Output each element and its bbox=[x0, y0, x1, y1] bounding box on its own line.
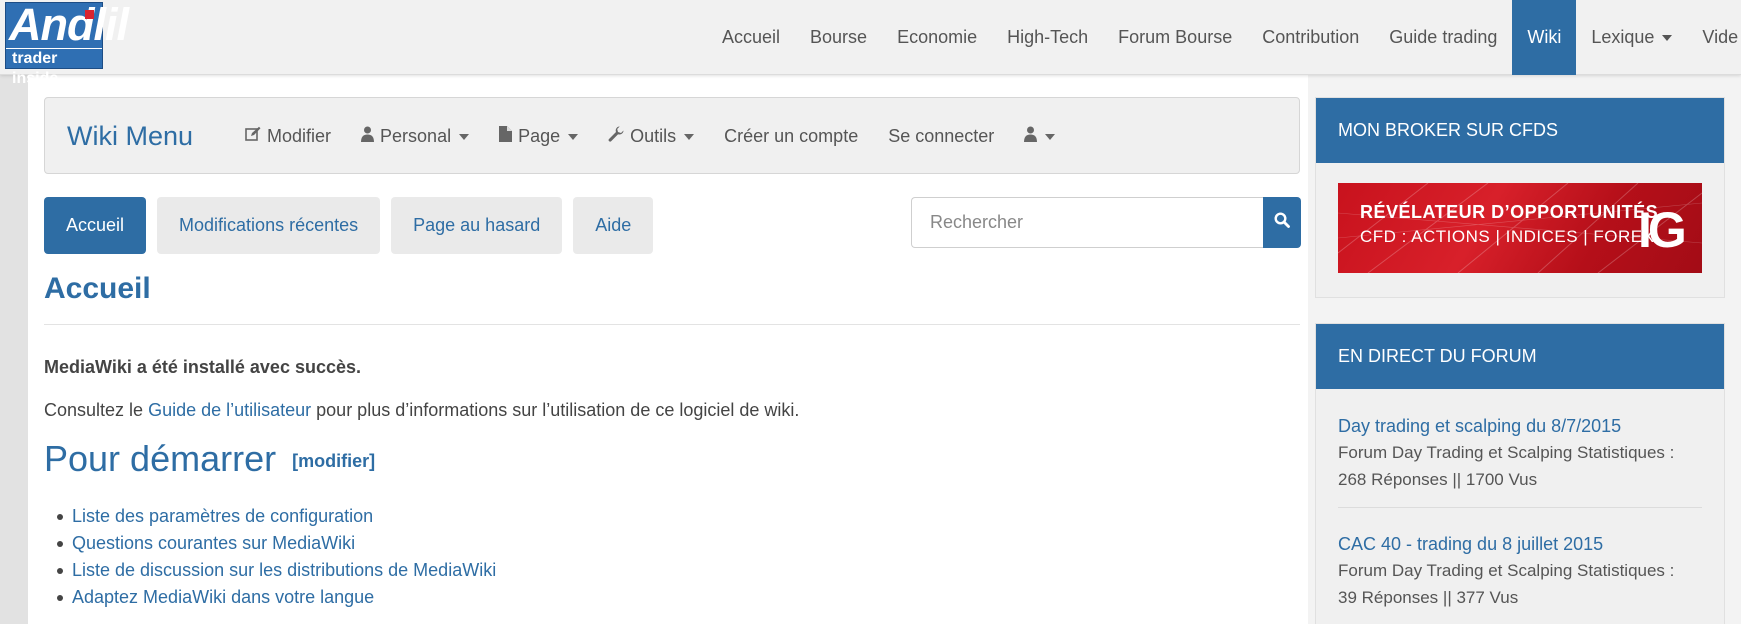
ig-ad-banner[interactable]: RÉVÉLATEUR D’OPPORTUNITÉS CFD : ACTIONS … bbox=[1338, 183, 1702, 273]
nav-video[interactable]: Vide bbox=[1687, 0, 1741, 75]
chevron-down-icon bbox=[1045, 133, 1056, 140]
nav-lexique-label: Lexique bbox=[1591, 27, 1655, 47]
forum-panel-title: EN DIRECT DU FORUM bbox=[1316, 324, 1724, 389]
outils-dropdown[interactable]: Outils bbox=[593, 98, 709, 175]
nav-high-tech[interactable]: High-Tech bbox=[992, 0, 1103, 75]
wrench-icon bbox=[608, 98, 624, 175]
tab-page-au-hasard[interactable]: Page au hasard bbox=[391, 197, 563, 254]
page-label: Page bbox=[518, 126, 561, 146]
personal-dropdown[interactable]: Personal bbox=[346, 98, 484, 175]
ad-headline: RÉVÉLATEUR D’OPPORTUNITÉS bbox=[1360, 202, 1659, 222]
forum-panel: EN DIRECT DU FORUM Day trading et scalpi… bbox=[1315, 323, 1725, 624]
consult-suffix: pour plus d’informations sur l’utilisati… bbox=[311, 400, 800, 420]
list-item: CAC 40 - trading du 8 juillet 2015 Forum… bbox=[1338, 508, 1702, 624]
list-item-config[interactable]: Liste des paramètres de configuration bbox=[56, 503, 496, 530]
tab-modifications-recentes[interactable]: Modifications récentes bbox=[157, 197, 381, 254]
page-title: Accueil bbox=[44, 272, 151, 305]
section-title: Pour démarrer bbox=[44, 438, 277, 479]
chevron-down-icon bbox=[1662, 35, 1673, 42]
user-icon bbox=[1024, 98, 1038, 175]
outils-label: Outils bbox=[630, 126, 677, 146]
right-sidebar: MON BROKER SUR CFDS RÉVÉLATEUR D’OPPORTU… bbox=[1315, 97, 1725, 624]
consult-paragraph: Consultez le Guide de l’utilisateur pour… bbox=[44, 400, 799, 421]
modifier-button[interactable]: Modifier bbox=[230, 98, 346, 175]
edit-icon bbox=[245, 98, 261, 175]
getting-started-list: Liste des paramètres de configuration Qu… bbox=[56, 503, 496, 611]
title-divider bbox=[44, 324, 1300, 325]
modifier-label: Modifier bbox=[267, 126, 332, 146]
login-link[interactable]: Se connecter bbox=[873, 98, 1009, 175]
forum-meta: Forum Day Trading et Scalping Statistiqu… bbox=[1338, 443, 1675, 462]
search-icon bbox=[1274, 212, 1290, 233]
forum-thread-link[interactable]: Day trading et scalping du 8/7/2015 bbox=[1338, 413, 1702, 439]
ad-subline: CFD : ACTIONS | INDICES | FOREX bbox=[1360, 227, 1655, 246]
main-nav: Accueil Bourse Economie High-Tech Forum … bbox=[707, 0, 1741, 75]
forum-stats: 268 Réponses || 1700 Vus bbox=[1338, 470, 1538, 489]
forum-stats: 39 Réponses || 377 Vus bbox=[1338, 588, 1519, 607]
logo-text: Andlil bbox=[9, 0, 129, 50]
wiki-menu-items: Modifier Personal Page Outils Créer un c… bbox=[230, 98, 1070, 175]
forum-thread-link[interactable]: CAC 40 - trading du 8 juillet 2015 bbox=[1338, 531, 1702, 557]
page-dropdown[interactable]: Page bbox=[484, 98, 593, 175]
broker-panel: MON BROKER SUR CFDS RÉVÉLATEUR D’OPPORTU… bbox=[1315, 97, 1725, 298]
logo-subtitle-band: trader inside bbox=[6, 48, 102, 87]
chevron-down-icon bbox=[684, 133, 695, 140]
top-navbar: Andlil trader inside Accueil Bourse Econ… bbox=[0, 0, 1741, 87]
logo-dot bbox=[85, 10, 94, 19]
list-item-faq[interactable]: Questions courantes sur MediaWiki bbox=[56, 530, 496, 557]
nav-accueil[interactable]: Accueil bbox=[707, 0, 795, 75]
consult-prefix: Consultez le bbox=[44, 400, 149, 420]
list-item-mailing-list[interactable]: Liste de discussion sur les distribution… bbox=[56, 557, 496, 584]
user-icon bbox=[361, 98, 375, 175]
tab-accueil[interactable]: Accueil bbox=[44, 197, 147, 254]
search-box bbox=[911, 197, 1301, 248]
user-dropdown[interactable] bbox=[1009, 98, 1070, 175]
forum-meta: Forum Day Trading et Scalping Statistiqu… bbox=[1338, 561, 1675, 580]
broker-panel-title: MON BROKER SUR CFDS bbox=[1316, 98, 1724, 163]
ad-container: RÉVÉLATEUR D’OPPORTUNITÉS CFD : ACTIONS … bbox=[1316, 163, 1724, 297]
personal-label: Personal bbox=[380, 126, 452, 146]
chevron-down-icon bbox=[568, 133, 579, 140]
search-input[interactable] bbox=[911, 197, 1263, 248]
user-guide-link[interactable]: Guide de l’utilisateur bbox=[148, 400, 311, 420]
file-icon bbox=[499, 98, 513, 175]
nav-economie[interactable]: Economie bbox=[882, 0, 992, 75]
tab-aide[interactable]: Aide bbox=[573, 197, 654, 254]
create-account-link[interactable]: Créer un compte bbox=[709, 98, 873, 175]
wiki-menu-bar: Wiki Menu Modifier Personal Page Outils … bbox=[44, 97, 1300, 174]
list-item-localisation[interactable]: Adaptez MediaWiki dans votre langue bbox=[56, 584, 496, 611]
forum-list: Day trading et scalping du 8/7/2015 Foru… bbox=[1316, 389, 1724, 624]
wiki-menu-brand[interactable]: Wiki Menu bbox=[67, 98, 193, 175]
chevron-down-icon bbox=[459, 133, 470, 140]
section-heading: Pour démarrer [modifier] bbox=[44, 438, 375, 480]
search-button[interactable] bbox=[1263, 197, 1301, 248]
list-item: Day trading et scalping du 8/7/2015 Foru… bbox=[1338, 389, 1702, 508]
nav-contribution[interactable]: Contribution bbox=[1247, 0, 1374, 75]
nav-bourse[interactable]: Bourse bbox=[795, 0, 882, 75]
left-gutter bbox=[0, 75, 28, 624]
logo-subtitle: trader inside bbox=[6, 48, 102, 87]
section-edit-link[interactable]: [modifier] bbox=[292, 451, 375, 471]
ig-logo: IG bbox=[1638, 202, 1687, 258]
nav-lexique[interactable]: Lexique bbox=[1576, 0, 1687, 75]
nav-wiki[interactable]: Wiki bbox=[1512, 0, 1577, 75]
install-success-text: MediaWiki a été installé avec succès. bbox=[44, 357, 362, 377]
wiki-tabs: Accueil Modifications récentes Page au h… bbox=[44, 197, 664, 254]
nav-forum-bourse[interactable]: Forum Bourse bbox=[1103, 0, 1247, 75]
site-logo[interactable]: Andlil trader inside bbox=[5, 0, 129, 87]
nav-guide-trading[interactable]: Guide trading bbox=[1374, 0, 1512, 75]
